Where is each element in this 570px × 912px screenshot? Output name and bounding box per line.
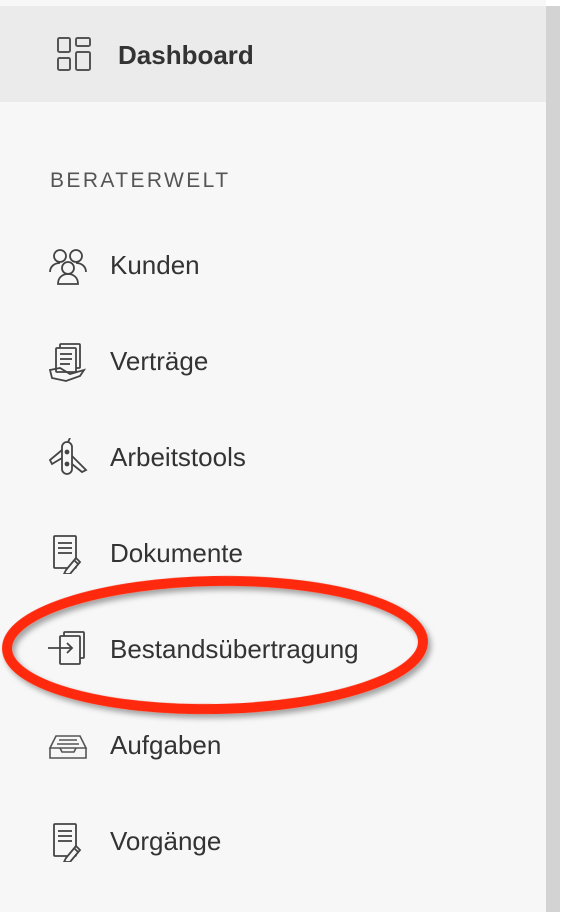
document-edit-icon — [46, 822, 90, 862]
sidebar: Dashboard BERATERWELT Kunden Verträge Ar… — [0, 0, 546, 912]
nav-label-dokumente: Dokumente — [110, 538, 243, 568]
document-transfer-icon — [46, 630, 90, 670]
scrollbar[interactable] — [546, 0, 570, 912]
nav-item-vorgaenge[interactable]: Vorgänge — [0, 810, 546, 874]
nav-label-bestandsuebertragung: Bestandsübertragung — [110, 634, 359, 664]
document-edit-icon — [46, 534, 90, 574]
dashboard-grid-icon — [56, 36, 92, 72]
section-title-beraterwelt: BERATERWELT — [50, 169, 231, 192]
nav-label-vorgaenge: Vorgänge — [110, 826, 222, 856]
nav-item-aufgaben[interactable]: Aufgaben — [0, 714, 546, 778]
nav-item-vertraege[interactable]: Verträge — [0, 330, 546, 394]
nav-item-bestandsuebertragung[interactable]: Bestandsübertragung — [0, 618, 546, 682]
nav-item-dokumente[interactable]: Dokumente — [0, 522, 546, 586]
inbox-tray-icon — [46, 726, 90, 766]
nav-item-arbeitstools[interactable]: Arbeitstools — [0, 426, 546, 490]
nav-item-dashboard[interactable]: Dashboard — [0, 6, 546, 102]
nav-label-vertraege: Verträge — [110, 346, 209, 376]
contract-stack-icon — [46, 342, 90, 382]
people-group-icon — [46, 246, 90, 286]
nav-item-kunden[interactable]: Kunden — [0, 234, 546, 298]
nav-label-aufgaben: Aufgaben — [110, 730, 222, 760]
dashboard-label: Dashboard — [118, 40, 254, 70]
pocket-knife-icon — [46, 438, 90, 478]
nav-label-arbeitstools: Arbeitstools — [110, 442, 246, 472]
nav-label-kunden: Kunden — [110, 250, 200, 280]
scrollbar-thumb[interactable] — [546, 6, 560, 912]
